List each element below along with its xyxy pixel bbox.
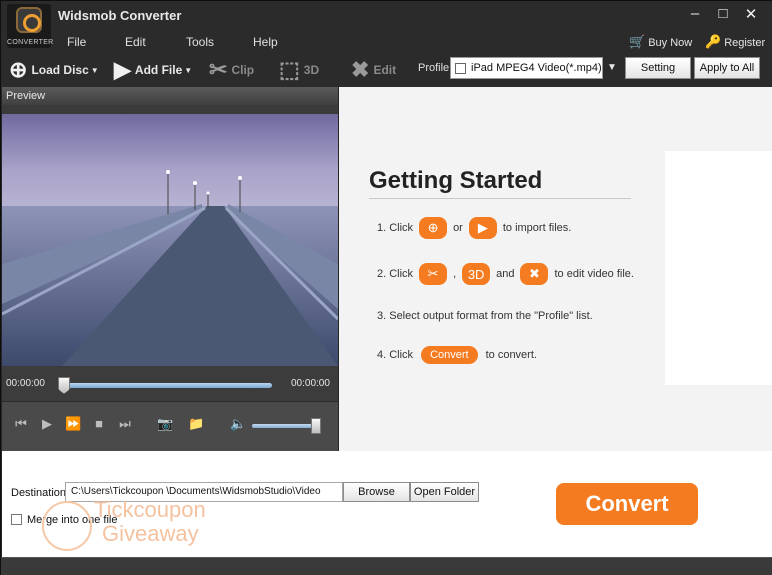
step-2: 2. Click ✂ , 3D and ✖ to edit video file… — [377, 263, 634, 285]
step-4-convert-badge: Convert — [421, 346, 478, 364]
edit-label: Edit — [373, 63, 397, 77]
preview-header: Preview — [2, 87, 338, 105]
skip-forward-icon[interactable]: ⏭ — [117, 416, 133, 432]
menu-edit[interactable]: Edit — [125, 35, 146, 49]
watermark: Tickcoupon Giveaway — [42, 495, 242, 551]
app-logo: CONVERTER — [7, 4, 54, 48]
clip-button[interactable]: ✂ Clip — [209, 53, 254, 87]
volume-slider[interactable] — [252, 424, 318, 428]
profile-select[interactable]: iPad MPEG4 Video(*.mp4) — [450, 57, 603, 79]
apply-to-all-button[interactable]: Apply to All — [694, 57, 760, 79]
edit-button[interactable]: ✖ Edit — [351, 53, 396, 87]
open-folder-button[interactable]: Open Folder — [410, 482, 479, 502]
tools-icon: ✖ — [520, 263, 549, 285]
time-bar: 00:00:00 00:00:00 — [2, 367, 338, 401]
cube-3d-icon: ⬚ — [279, 57, 300, 82]
playback-controls: ⏮ ▶ ⏩ ■ ⏭ 📷 📁 🔈 — [2, 401, 338, 451]
close-button[interactable]: ✕ — [741, 5, 761, 23]
seek-handle[interactable] — [58, 377, 70, 394]
step-1-suffix: to import files. — [502, 222, 572, 234]
setting-button[interactable]: Setting — [625, 57, 691, 79]
step-2-suffix: to edit video file. — [554, 268, 634, 280]
three-d-label: 3D — [303, 63, 320, 77]
output-panel: Destination: C:\Users\Tickcoupon \Docume… — [2, 451, 772, 557]
tools-icon: ✖ — [351, 57, 370, 82]
menu-tools[interactable]: Tools — [186, 35, 214, 49]
watermark-line-2: Giveaway — [102, 521, 199, 546]
browse-button[interactable]: Browse — [343, 482, 410, 502]
app-title: Widsmob Converter — [58, 8, 182, 23]
add-file-icon: ▶ — [114, 57, 131, 82]
step-1: 1. Click ⊕ or ▶ to import files. — [377, 217, 571, 239]
load-disc-button[interactable]: ⊕ Load Disc ▼ — [9, 53, 99, 87]
watermark-line-1: Tickcoupon — [94, 497, 206, 522]
step-2-prefix: 2. Click — [377, 268, 414, 280]
minimize-button[interactable]: – — [685, 5, 705, 22]
key-icon: 🔑 — [705, 34, 722, 49]
menu-help[interactable]: Help — [253, 35, 278, 49]
preview-panel: Preview 00:00:00 00:00:00 ⏮ ▶ ⏩ ■ ⏭ 📷 📁 … — [2, 87, 338, 451]
status-bar — [1, 557, 772, 575]
add-file-icon: ▶ — [468, 217, 497, 239]
volume-icon[interactable]: 🔈 — [230, 416, 246, 432]
maximize-button[interactable]: □ — [713, 5, 733, 22]
load-disc-label: Load Disc — [31, 63, 89, 77]
logo-caption: CONVERTER — [7, 39, 54, 46]
step-4-suffix: to convert. — [485, 349, 537, 361]
menu-file[interactable]: File — [67, 35, 86, 49]
chevron-down-icon: ▼ — [184, 65, 193, 75]
folder-icon[interactable]: 📁 — [188, 416, 204, 432]
scissors-icon: ✂ — [209, 57, 228, 82]
step-2-comma: , — [453, 268, 457, 280]
getting-started-title: Getting Started — [369, 167, 543, 194]
disc-add-icon: ⊕ — [9, 57, 28, 82]
time-total: 00:00:00 — [291, 378, 330, 389]
step-4-prefix: 4. Click — [377, 349, 414, 361]
stop-icon[interactable]: ■ — [91, 416, 107, 431]
register-label: Register — [724, 37, 766, 49]
play-icon[interactable]: ▶ — [39, 416, 55, 432]
cart-icon: 🛒 — [629, 34, 646, 49]
volume-handle[interactable] — [311, 418, 321, 434]
add-file-label: Add File — [134, 63, 183, 77]
getting-started-side-area — [665, 151, 772, 385]
time-current: 00:00:00 — [6, 378, 45, 389]
profile-label: Profile: — [418, 62, 453, 74]
load-disc-icon: ⊕ — [419, 217, 448, 239]
title-divider — [369, 198, 631, 199]
watermark-circle — [42, 501, 92, 551]
profile-format-icon — [455, 62, 466, 74]
profile-dropdown-arrow-icon[interactable]: ▼ — [607, 62, 617, 73]
step-2-and: and — [496, 268, 515, 280]
clip-label: Clip — [231, 63, 255, 77]
profile-value: iPad MPEG4 Video(*.mp4) — [471, 62, 602, 74]
merge-checkbox[interactable] — [11, 514, 22, 525]
video-preview-image — [2, 114, 338, 366]
step-1-or: or — [453, 222, 463, 234]
add-file-button[interactable]: ▶ Add File ▼ — [114, 53, 192, 87]
buy-now-label: Buy Now — [648, 37, 693, 49]
fast-forward-icon[interactable]: ⏩ — [65, 416, 81, 432]
cube-3d-icon: 3D — [462, 263, 491, 285]
step-3: 3. Select output format from the "Profil… — [377, 310, 593, 322]
register-link[interactable]: 🔑 Register — [705, 34, 765, 50]
chevron-down-icon: ▼ — [90, 65, 99, 75]
step-1-prefix: 1. Click — [377, 222, 414, 234]
skip-back-icon[interactable]: ⏮ — [13, 416, 29, 432]
title-bar: CONVERTER Widsmob Converter File Edit To… — [1, 1, 772, 53]
camera-snapshot-icon[interactable]: 📷 — [157, 416, 173, 432]
scissors-icon: ✂ — [419, 263, 448, 285]
seek-slider[interactable] — [60, 383, 272, 388]
convert-button[interactable]: Convert — [556, 483, 698, 525]
step-4: 4. Click Convert to convert. — [377, 346, 537, 364]
getting-started-panel: Getting Started 1. Click ⊕ or ▶ to impor… — [339, 87, 772, 451]
logo-icon — [16, 7, 42, 33]
three-d-button[interactable]: ⬚ 3D — [279, 53, 319, 87]
app-window: CONVERTER Widsmob Converter File Edit To… — [0, 0, 772, 575]
buy-now-link[interactable]: 🛒 Buy Now — [629, 34, 692, 50]
